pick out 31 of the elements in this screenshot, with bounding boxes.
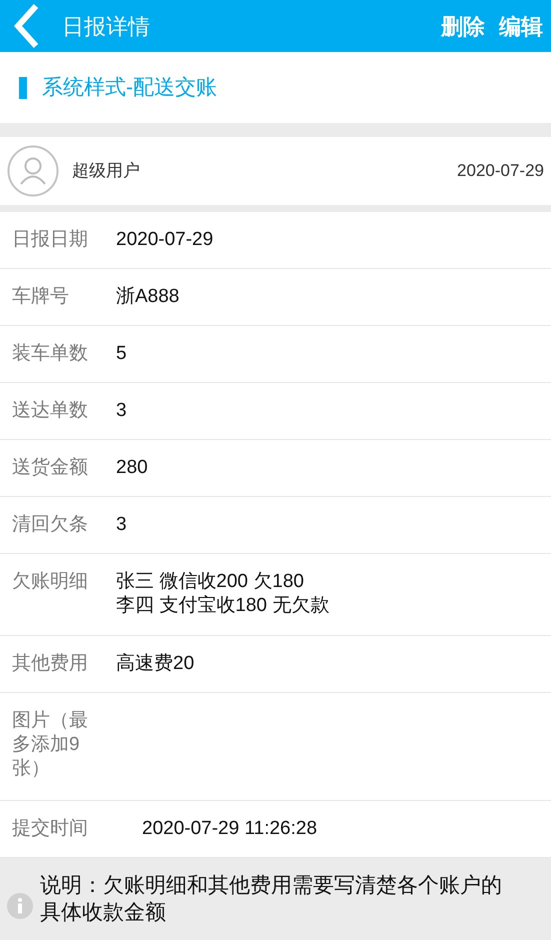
field-label: 提交时间 xyxy=(11,817,89,841)
page-title: 日报详情 xyxy=(62,12,151,40)
field-label: 图片（最多添加9张） xyxy=(11,709,89,781)
avatar-icon xyxy=(7,145,59,197)
field-value: 3 xyxy=(116,513,127,537)
field-value: 浙A888 xyxy=(116,285,180,309)
section-title: 系统样式-配送交账 xyxy=(42,74,217,101)
accent-bar xyxy=(19,76,27,98)
header-action[interactable]: 删除 xyxy=(441,10,485,42)
field-value: 3 xyxy=(116,399,127,423)
field-label: 车牌号 xyxy=(11,285,70,309)
notice-text: 说明：欠账明细和其他费用需要写清楚各个账户的具体收款金额 xyxy=(40,873,503,926)
field-label: 清回欠条 xyxy=(11,513,89,537)
field-value: 5 xyxy=(116,342,127,366)
field-label: 送达单数 xyxy=(11,399,89,423)
field-label: 送货金额 xyxy=(11,456,89,480)
user-name: 超级用户 xyxy=(72,160,141,182)
report-date: 2020-07-29 xyxy=(457,160,544,182)
info-icon xyxy=(6,892,34,920)
field-label: 日报日期 xyxy=(11,228,89,252)
field-label: 欠账明细 xyxy=(11,570,89,594)
field-value: 280 xyxy=(116,456,148,480)
back-icon xyxy=(12,3,40,49)
field-value: 高速费20 xyxy=(116,652,194,676)
field-value: 李四 支付宝收180 无欠款 xyxy=(116,594,330,618)
field-value: 2020-07-29 11:26:28 xyxy=(142,817,318,841)
field-value: 2020-07-29 xyxy=(116,228,214,252)
field-label: 装车单数 xyxy=(11,342,89,366)
field-label: 其他费用 xyxy=(11,652,89,676)
header-action[interactable]: 编辑 xyxy=(499,10,543,42)
field-value: 张三 微信收200 欠180 xyxy=(116,570,305,594)
